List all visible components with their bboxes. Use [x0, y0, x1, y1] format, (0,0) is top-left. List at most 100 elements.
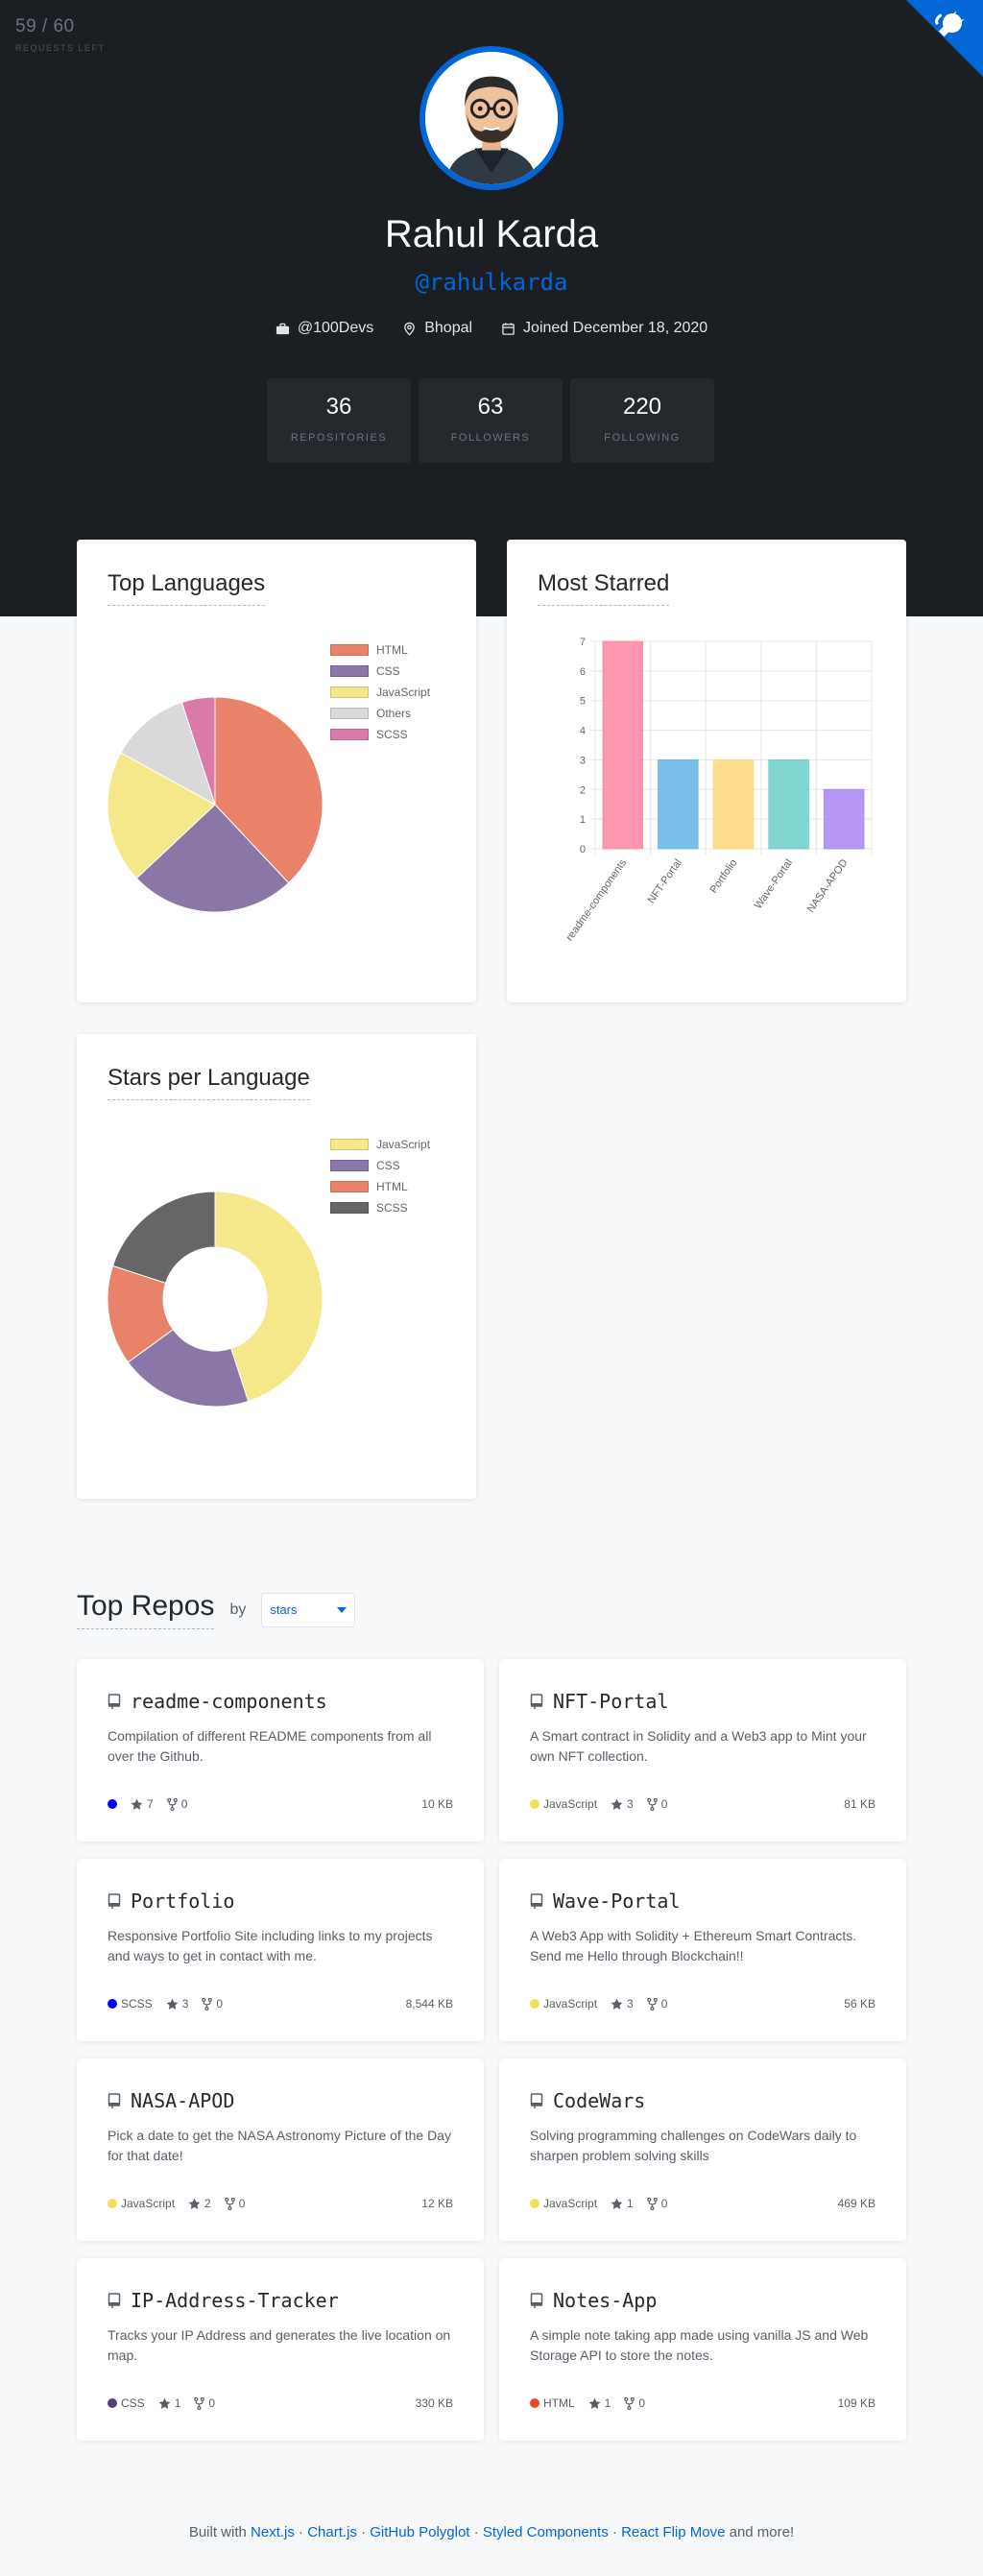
- profile-meta: @100Devs Bhopal Joined December 18, 2020: [0, 320, 983, 337]
- top-repos-header: Top Repos by stars: [77, 1590, 356, 1629]
- footer: Built with Next.js · Chart.js · GitHub P…: [0, 2524, 983, 2540]
- pie-slice-javascript[interactable]: [107, 752, 216, 879]
- repo-size: 469 KB: [837, 2197, 875, 2210]
- legend-item-scss[interactable]: SCSS: [330, 724, 430, 745]
- x-tick-label: Wave-Portal: [753, 857, 795, 911]
- company-text: @100Devs: [297, 320, 374, 336]
- joined-text: Joined December 18, 2020: [523, 320, 708, 336]
- repo-description: Responsive Portfolio Site including link…: [108, 1928, 433, 1963]
- repo-stars-group: 1: [158, 2396, 180, 2410]
- company-item: @100Devs: [276, 320, 373, 337]
- map-pin-icon: [404, 322, 416, 335]
- repo-card[interactable]: Wave-Portal A Web3 App with Solidity + E…: [499, 1859, 906, 2041]
- legend-item-others[interactable]: Others: [330, 703, 430, 724]
- repo-card[interactable]: IP-Address-Tracker Tracks your IP Addres…: [77, 2258, 484, 2441]
- bar-portfolio[interactable]: [712, 758, 755, 850]
- bar-nasa-apod[interactable]: [823, 788, 865, 850]
- legend-swatch: [330, 1202, 369, 1214]
- legend-label: JavaScript: [376, 1138, 431, 1151]
- legend-item-scss[interactable]: SCSS: [330, 1197, 430, 1218]
- repo-card[interactable]: readme-components Compilation of differe…: [77, 1659, 484, 1842]
- y-tick-label: 1: [580, 814, 586, 826]
- star-icon: [158, 2397, 171, 2409]
- repo-language: HTML: [543, 2396, 575, 2410]
- repo-name: NFT-Portal: [553, 1690, 669, 1713]
- repo-stars-group: 7: [131, 1797, 154, 1811]
- stars-per-language-legend: JavaScript CSS HTML SCSS: [330, 1134, 430, 1218]
- repo-size: 10 KB: [421, 1797, 453, 1811]
- pie-slice-scss[interactable]: [180, 696, 216, 806]
- repo-description: Tracks your IP Address and generates the…: [108, 2327, 451, 2363]
- footer-link-react-flip-move[interactable]: React Flip Move: [621, 2524, 725, 2540]
- footer-separator: ·: [294, 2524, 308, 2540]
- footer-link-styled-components[interactable]: Styled Components: [483, 2524, 609, 2540]
- legend-item-css[interactable]: CSS: [330, 1155, 430, 1176]
- rate-limit-label: REQUESTS LEFT: [15, 43, 106, 53]
- sort-select[interactable]: stars: [261, 1592, 356, 1627]
- repo-book-icon: [530, 2093, 543, 2108]
- repo-language: JavaScript: [543, 2197, 598, 2210]
- repo-card[interactable]: CodeWars Solving programming challenges …: [499, 2058, 906, 2241]
- repo-stars: 3: [627, 1797, 634, 1811]
- sort-by-label: by: [229, 1601, 247, 1618]
- legend-item-html[interactable]: HTML: [330, 1176, 430, 1197]
- repo-language: CSS: [121, 2396, 145, 2410]
- repo-forks: 0: [216, 1997, 224, 2010]
- avatar-illustration: [425, 52, 558, 184]
- repo-size: 81 KB: [844, 1797, 875, 1811]
- stat-value: 36: [325, 394, 352, 420]
- top-languages-card: Top Languages HTML CSS JavaScript Others SCS…: [77, 540, 476, 1002]
- pie-slice-css[interactable]: [127, 1329, 250, 1408]
- repo-card[interactable]: NFT-Portal A Smart contract in Solidity …: [499, 1659, 906, 1842]
- legend-item-javascript[interactable]: JavaScript: [330, 682, 430, 703]
- star-icon: [611, 2198, 623, 2209]
- bar-nft-portal[interactable]: [658, 758, 699, 850]
- legend-item-css[interactable]: CSS: [330, 661, 430, 682]
- pie-slice-html[interactable]: [107, 1264, 175, 1363]
- footer-link-github-polyglot[interactable]: GitHub Polyglot: [370, 2524, 469, 2540]
- github-corner-icon[interactable]: [906, 0, 983, 77]
- repo-book-icon: [108, 1694, 121, 1709]
- legend-swatch: [330, 1160, 369, 1171]
- pie-slice-javascript[interactable]: [214, 1191, 324, 1403]
- pie-slice-html[interactable]: [214, 696, 324, 884]
- y-tick-label: 4: [580, 726, 586, 737]
- bar-readme-components[interactable]: [602, 640, 644, 850]
- repo-language: SCSS: [121, 1997, 153, 2010]
- legend-swatch: [330, 686, 369, 698]
- repo-description: Pick a date to get the NASA Astronomy Pi…: [108, 2128, 451, 2163]
- footer-suffix: and more!: [729, 2524, 795, 2540]
- footer-link-next-js[interactable]: Next.js: [251, 2524, 295, 2540]
- pie-slice-scss[interactable]: [111, 1191, 216, 1284]
- repo-language-group: JavaScript: [530, 1997, 597, 2010]
- bar-wave-portal[interactable]: [768, 758, 809, 850]
- repo-card[interactable]: NASA-APOD Pick a date to get the NASA As…: [77, 2058, 484, 2241]
- repo-card[interactable]: Portfolio Responsive Portfolio Site incl…: [77, 1859, 484, 2041]
- caret-down-icon: [337, 1606, 348, 1613]
- y-tick-label: 5: [580, 696, 586, 708]
- star-icon: [611, 1798, 623, 1810]
- y-tick-label: 0: [580, 844, 586, 855]
- fork-icon: [646, 1797, 658, 1811]
- repo-size: 56 KB: [844, 1997, 875, 2010]
- repo-stars-group: 1: [588, 2396, 611, 2410]
- legend-item-html[interactable]: HTML: [330, 639, 430, 661]
- footer-link-chart-js[interactable]: Chart.js: [307, 2524, 357, 2540]
- stars-per-language-title: Stars per Language: [108, 1065, 310, 1100]
- repo-forks-group: 0: [224, 2197, 245, 2210]
- repo-title: IP-Address-Tracker: [108, 2289, 453, 2312]
- legend-label: CSS: [376, 664, 400, 678]
- profile-login-link[interactable]: @rahulkarda: [0, 269, 983, 296]
- repo-language-group: [108, 1799, 117, 1809]
- legend-item-javascript[interactable]: JavaScript: [330, 1134, 430, 1155]
- repo-meta: JavaScript 2 0 12 KB: [108, 2197, 453, 2210]
- pie-slice-css[interactable]: [135, 804, 290, 913]
- calendar-icon: [502, 322, 515, 335]
- repo-size: 8,544 KB: [405, 1997, 453, 2010]
- pie-slice-others[interactable]: [120, 701, 216, 807]
- sort-select-value: stars: [270, 1602, 298, 1617]
- stat-following: 220 FOLLOWING: [570, 378, 714, 463]
- repo-card[interactable]: Notes-App A simple note taking app made …: [499, 2258, 906, 2441]
- legend-label: HTML: [376, 643, 408, 657]
- repo-stars: 1: [604, 2396, 611, 2410]
